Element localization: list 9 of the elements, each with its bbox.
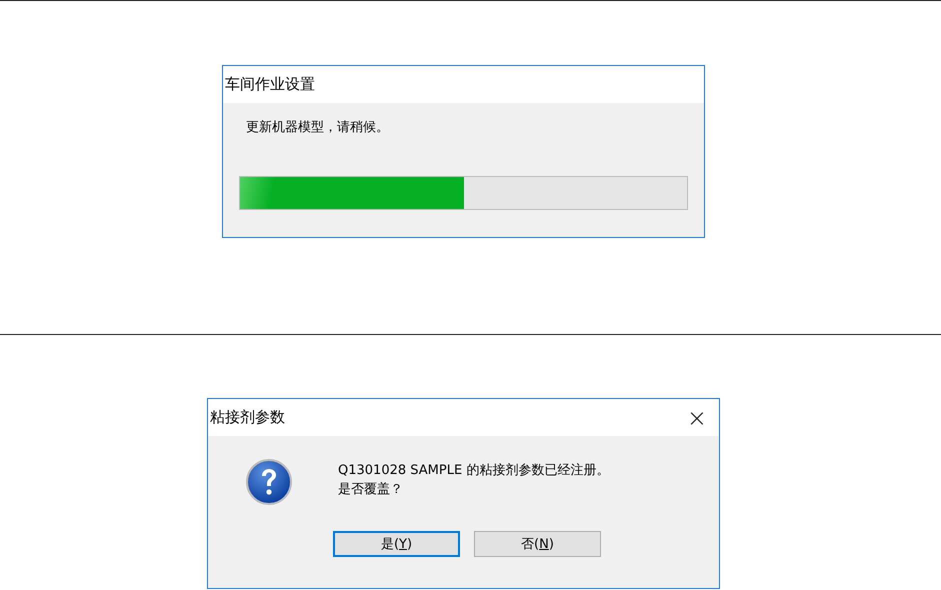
status-message: 更新机器模型，请稍候。 (246, 119, 390, 136)
window-title: 粘接剂参数 (210, 408, 285, 427)
dialog-button[interactable]: 是(Y) (333, 531, 460, 557)
dialog-message: Q1301028 SAMPLE 的粘接剂参数已经注册。 (338, 462, 610, 480)
dialog-message: 是否覆盖？ (338, 481, 404, 499)
close-button[interactable]: × (686, 406, 707, 430)
dialog-button[interactable]: 否(N) (474, 531, 601, 557)
question-icon (245, 458, 293, 506)
window-title: 车间作业设置 (225, 75, 315, 94)
